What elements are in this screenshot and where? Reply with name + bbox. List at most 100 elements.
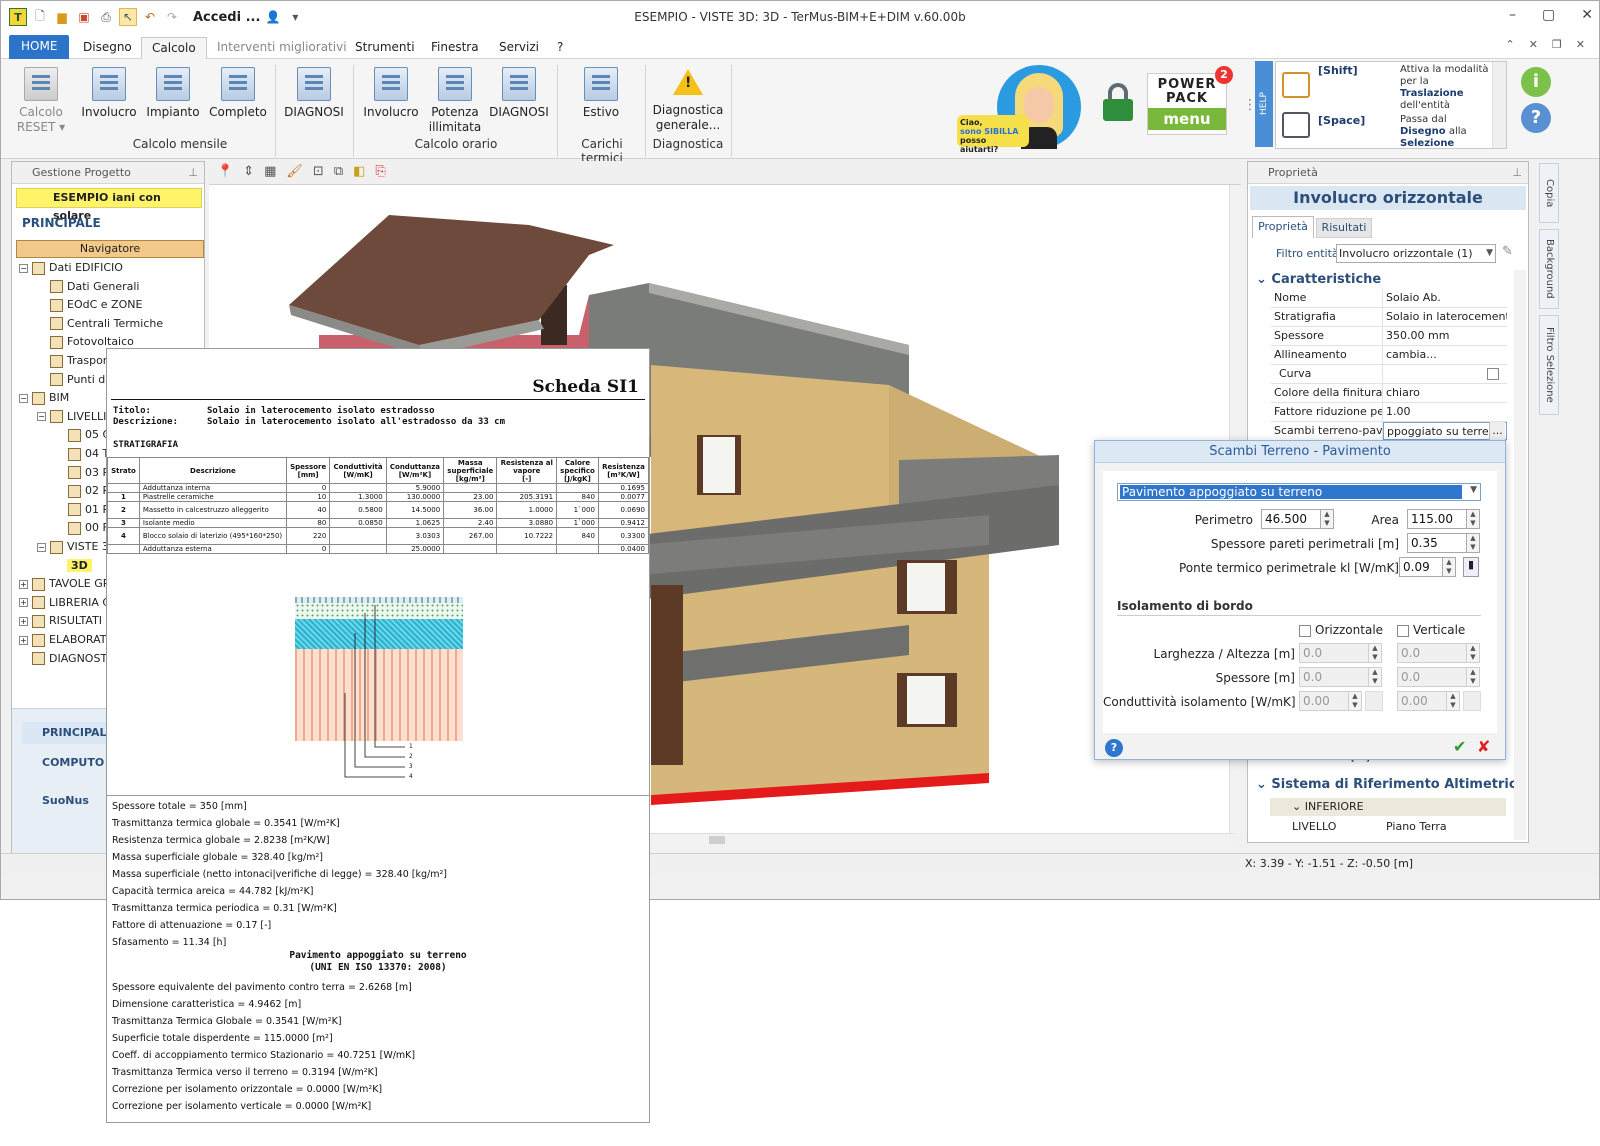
expander-icon[interactable]: + bbox=[19, 598, 28, 608]
section-caratteristiche[interactable]: ⌄ Caratteristiche bbox=[1256, 272, 1381, 287]
property-value[interactable]: cambia... bbox=[1383, 346, 1507, 364]
tab-servizi[interactable]: Servizi bbox=[489, 37, 549, 59]
sibilla-bubble[interactable]: Ciao, sono SIBILLA posso aiutarti? bbox=[957, 115, 1029, 154]
tab-strumenti[interactable]: Strumenti bbox=[345, 37, 425, 59]
tree-item[interactable]: + RISULTATI bbox=[19, 612, 102, 630]
tree-item[interactable]: − LIVELLI bbox=[37, 408, 106, 426]
tree-item[interactable]: − VISTE 3 bbox=[37, 538, 109, 556]
ellipsis-button[interactable]: ... bbox=[1489, 422, 1505, 440]
help-question-icon[interactable]: ? bbox=[1521, 103, 1551, 133]
tree-item[interactable]: EOdC e ZONE bbox=[37, 296, 142, 314]
involucro-orario-button[interactable]: Involucro bbox=[363, 67, 419, 120]
tree-item[interactable]: Dati Generali bbox=[37, 278, 139, 296]
orizzontale-checkbox[interactable] bbox=[1299, 625, 1311, 637]
livello-value[interactable]: Piano Terra bbox=[1386, 818, 1447, 836]
conduttivita-orizz-spinner[interactable]: ▲ ▼ bbox=[1349, 691, 1362, 711]
filter-edit-icon[interactable]: ✎ bbox=[1502, 244, 1513, 259]
perimetro-spinner[interactable]: ▲ ▼ bbox=[1321, 509, 1334, 529]
tree-item[interactable]: Punti di bbox=[37, 371, 108, 389]
side-tab-filtro[interactable]: Filtro Selezione bbox=[1539, 315, 1559, 415]
spessore-orizz-spinner[interactable]: ▲ ▼ bbox=[1369, 667, 1382, 687]
tree-item[interactable]: Centrali Termiche bbox=[37, 315, 163, 333]
tree-item[interactable]: − Dati EDIFICIO bbox=[19, 259, 123, 277]
curva-checkbox[interactable] bbox=[1487, 368, 1499, 380]
side-tab-background[interactable]: Background bbox=[1539, 229, 1559, 309]
doc-restore-icon[interactable]: ❐ bbox=[1552, 38, 1562, 51]
conduttivita-vert-input[interactable]: 0.00 bbox=[1397, 691, 1447, 711]
potenza-illimitata-button[interactable]: Potenza illimitata bbox=[427, 67, 483, 135]
larghezza-orizz-input[interactable]: 0.0 bbox=[1299, 643, 1369, 663]
help-tab[interactable]: HELP bbox=[1255, 61, 1273, 147]
tree-item[interactable]: + TAVOLE GR bbox=[19, 575, 110, 593]
tab-proprieta[interactable]: Proprietà bbox=[1252, 216, 1314, 238]
layers-icon[interactable]: ⧉ bbox=[334, 164, 343, 181]
doc-close2-icon[interactable]: ✕ bbox=[1576, 38, 1585, 51]
section-sistema-riferimento[interactable]: ⌄ Sistema di Riferimento Altimetrico bbox=[1256, 777, 1526, 792]
property-value[interactable]: Solaio in laterocemento is bbox=[1383, 308, 1507, 326]
maximize-icon[interactable]: ▢ bbox=[1542, 7, 1555, 23]
expander-icon[interactable]: + bbox=[19, 635, 28, 645]
tree-item[interactable]: + LIBRERIA C bbox=[19, 594, 110, 612]
diagnosi-orario-button[interactable]: DIAGNOSI bbox=[489, 67, 549, 120]
filter-select[interactable]: Involucro orizzontale (1) ▼ bbox=[1336, 244, 1496, 263]
info-icon[interactable]: i bbox=[1521, 67, 1551, 97]
calcolo-reset-button[interactable]: Calcolo RESET ▾ bbox=[15, 67, 67, 135]
props-pin-icon[interactable]: ⊥ bbox=[1512, 162, 1522, 184]
tab-help[interactable]: ? bbox=[547, 37, 573, 59]
tree-item[interactable]: DIAGNOSTI bbox=[19, 650, 110, 668]
tree-item[interactable]: Traspor bbox=[37, 352, 107, 370]
ponte-termico-input[interactable]: 0.09 bbox=[1399, 557, 1443, 577]
tab-interventi[interactable]: Interventi migliorativi bbox=[207, 37, 357, 59]
pin-red-icon[interactable]: 📍 bbox=[217, 164, 233, 181]
conduttivita-vert-picker-icon[interactable] bbox=[1463, 691, 1481, 711]
expander-icon[interactable]: − bbox=[19, 263, 28, 273]
area-input[interactable]: 115.00 bbox=[1407, 509, 1467, 529]
dialog-help-icon[interactable]: ? bbox=[1105, 739, 1123, 757]
tab-finestra[interactable]: Finestra bbox=[421, 37, 489, 59]
minimize-icon[interactable]: – bbox=[1509, 7, 1516, 23]
pavimento-type-select[interactable]: Pavimento appoggiato su terreno ▼ bbox=[1117, 483, 1481, 501]
tab-risultati[interactable]: Risultati bbox=[1316, 218, 1372, 238]
export-icon[interactable]: ⎘ bbox=[375, 164, 385, 181]
estivo-button[interactable]: Estivo bbox=[571, 67, 631, 120]
conduttivita-orizz-input[interactable]: 0.00 bbox=[1299, 691, 1349, 711]
property-value[interactable]: 1.00 bbox=[1383, 403, 1507, 421]
brush-icon[interactable]: 🖌 bbox=[286, 164, 303, 181]
expander-icon[interactable]: + bbox=[19, 579, 28, 589]
property-value[interactable]: chiaro bbox=[1383, 384, 1507, 402]
inferiore-group[interactable]: ⌄ INFERIORE bbox=[1270, 798, 1506, 816]
spessore-pareti-spinner[interactable]: ▲ ▼ bbox=[1467, 533, 1480, 553]
property-value[interactable] bbox=[1383, 365, 1507, 383]
doc-close-icon[interactable]: ✕ bbox=[1529, 38, 1538, 51]
ponte-termico-spinner[interactable]: ▲ ▼ bbox=[1443, 557, 1456, 577]
tab-home[interactable]: HOME bbox=[9, 35, 70, 59]
involucro-mensile-button[interactable]: Involucro bbox=[81, 67, 137, 120]
help-scrollbar[interactable] bbox=[1492, 62, 1506, 148]
bottom-tab-suonus[interactable]: SuoNus bbox=[22, 794, 89, 807]
diagnostica-generale-button[interactable]: ! Diagnostica generale... bbox=[651, 67, 725, 133]
expander-icon[interactable]: − bbox=[19, 393, 28, 403]
tree-item[interactable]: 3D bbox=[67, 557, 92, 575]
diagnosi-mensile-button[interactable]: DIAGNOSI bbox=[283, 67, 345, 120]
perimetro-input[interactable]: 46.500 bbox=[1261, 509, 1321, 529]
tab-calcolo[interactable]: Calcolo bbox=[141, 37, 207, 59]
zoom-extents-icon[interactable]: ⊡ bbox=[313, 164, 324, 181]
spessore-vert-input[interactable]: 0.0 bbox=[1397, 667, 1467, 687]
tab-disegno[interactable]: Disegno bbox=[73, 37, 142, 59]
close-icon[interactable]: ✕ bbox=[1581, 7, 1593, 23]
texture-icon[interactable]: ▦ bbox=[264, 164, 276, 181]
area-spinner[interactable]: ▲ ▼ bbox=[1467, 509, 1480, 529]
pin-icon[interactable]: ⊥ bbox=[188, 162, 198, 184]
box-icon[interactable]: ◧ bbox=[353, 164, 365, 181]
spessore-orizz-input[interactable]: 0.0 bbox=[1299, 667, 1369, 687]
lock-icon[interactable] bbox=[1101, 83, 1135, 123]
conduttivita-vert-spinner[interactable]: ▲ ▼ bbox=[1447, 691, 1460, 711]
collapse-ribbon-icon[interactable]: ⌃ bbox=[1505, 38, 1514, 51]
spessore-pareti-input[interactable]: 0.35 bbox=[1407, 533, 1467, 553]
property-value[interactable]: 350.00 mm bbox=[1383, 327, 1507, 345]
conduttivita-orizz-picker-icon[interactable] bbox=[1365, 691, 1383, 711]
props-scrollbar[interactable] bbox=[1514, 270, 1526, 840]
larghezza-vert-input[interactable]: 0.0 bbox=[1397, 643, 1467, 663]
verticale-checkbox[interactable] bbox=[1397, 625, 1409, 637]
spessore-vert-spinner[interactable]: ▲ ▼ bbox=[1467, 667, 1480, 687]
